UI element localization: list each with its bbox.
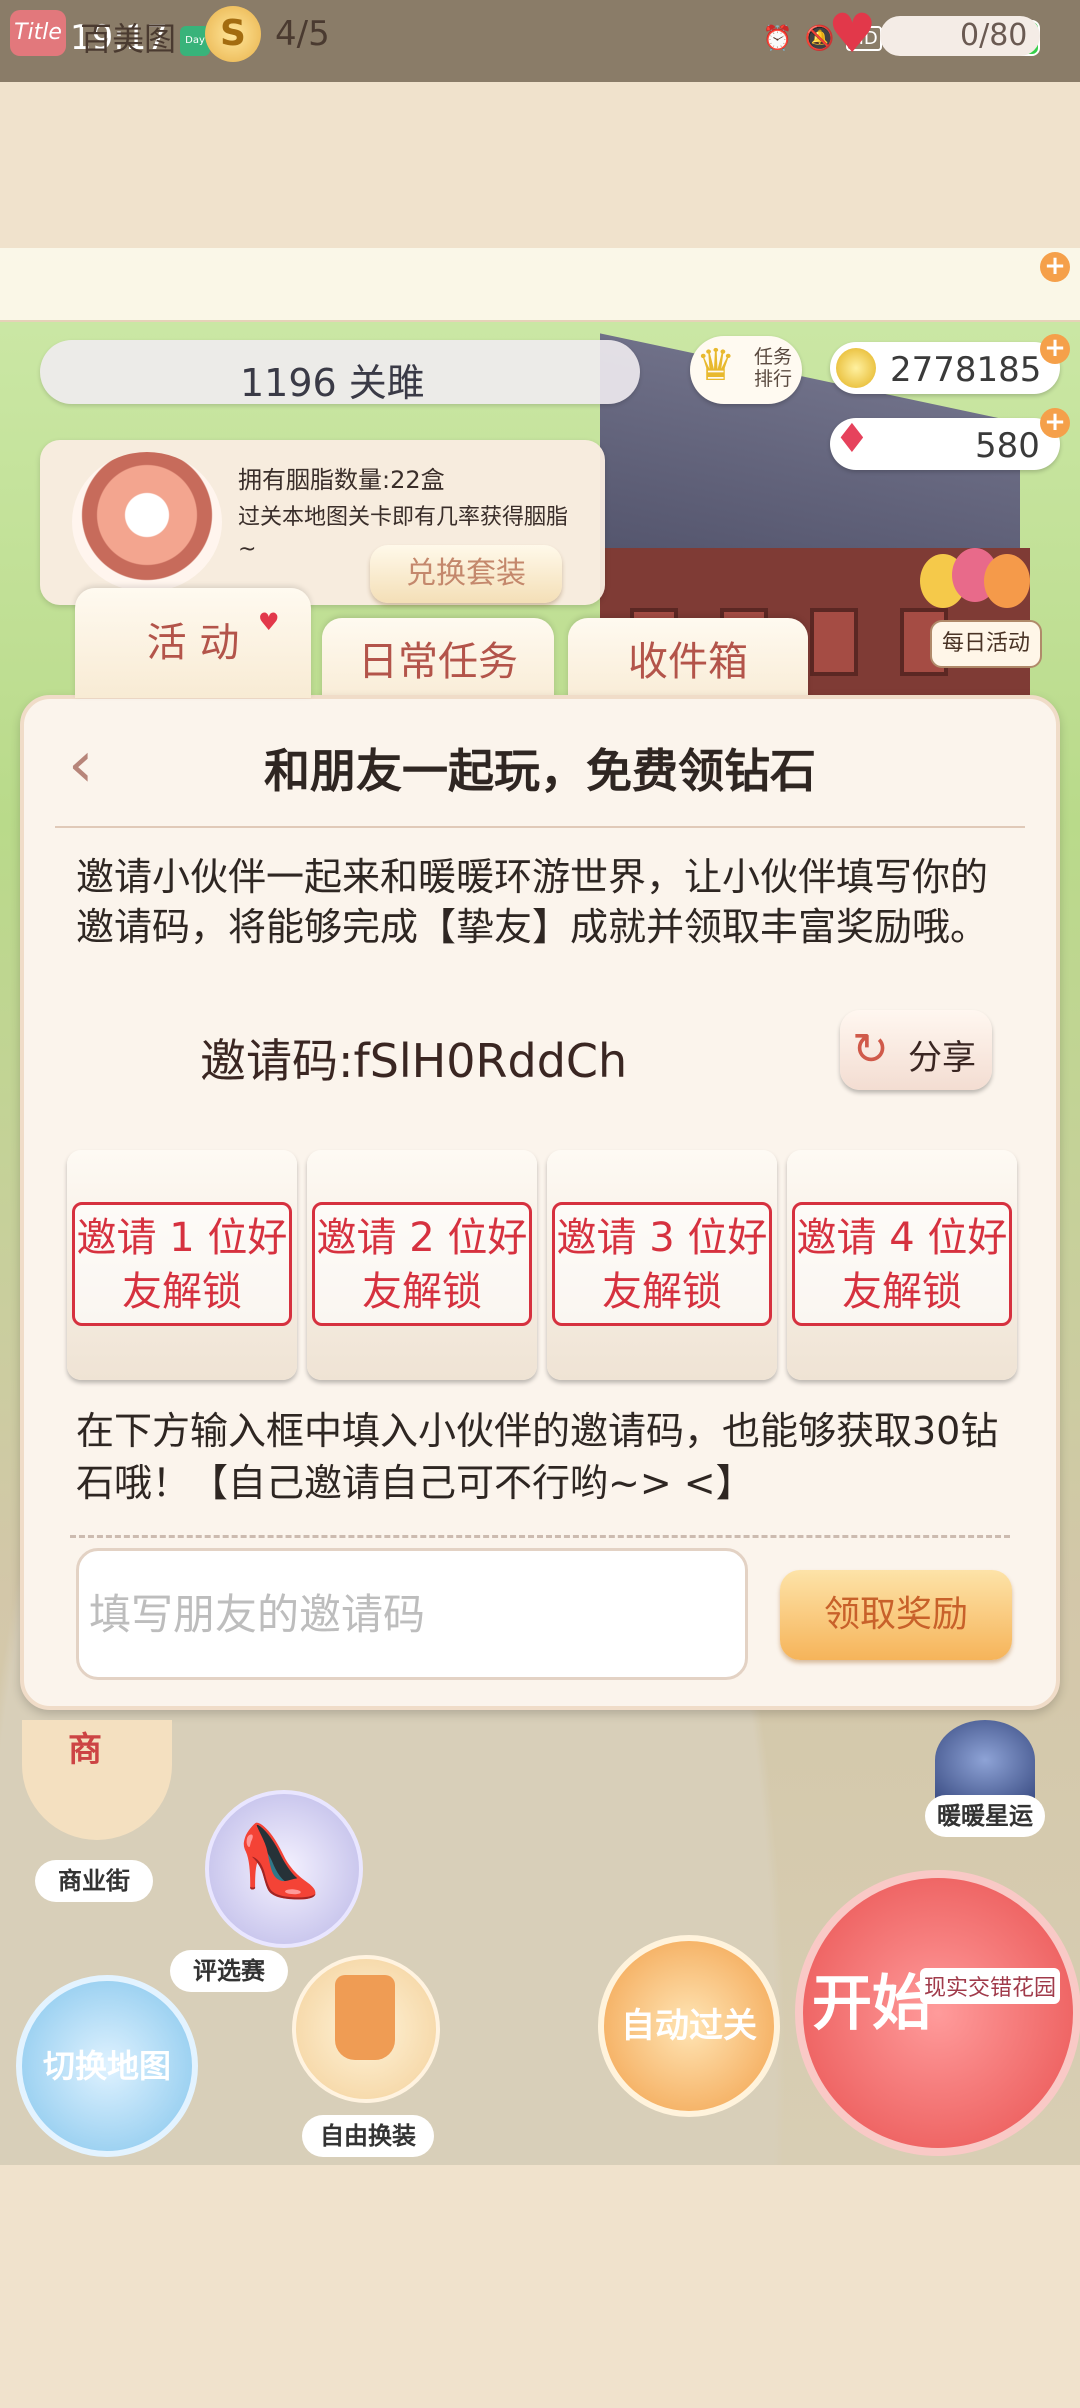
exchange-outfit-button[interactable]: 兑换套装 <box>370 545 562 603</box>
diamond-icon: ♦ <box>834 416 870 462</box>
star-fortune-icon[interactable] <box>935 1720 1035 1800</box>
s-rank-icon: S <box>205 6 261 62</box>
invite-intro: 邀请小伙伴一起来和暖暖环游世界，让小伙伴填写你的邀请码，将能够完成【挚友】成就并… <box>76 855 989 949</box>
invite-hint: 在下方输入框中填入小伙伴的邀请码，也能够获取30钻石哦！【自己邀请自己可不行哟~… <box>76 1409 999 1505</box>
add-stamina-button[interactable]: + <box>1040 252 1070 282</box>
panel-title: 和朋友一起玩，免费领钻石 <box>264 744 816 798</box>
rouge-count: 拥有胭脂数量:22盒 <box>238 466 445 494</box>
divider <box>55 826 1025 828</box>
letterbox-top <box>0 82 1080 248</box>
level-title: 1196 关雎 <box>240 361 425 405</box>
daily-activity-button[interactable]: 每日活动 <box>930 620 1042 668</box>
rouge-box-icon <box>72 452 222 592</box>
star-fortune-label[interactable]: 暖暖星运 <box>925 1795 1045 1837</box>
dashed-divider <box>70 1535 1010 1538</box>
slot-lock-label: 邀请 3 位好友解锁 <box>552 1202 772 1326</box>
task-rank-label: 任务排行 <box>754 346 793 390</box>
slot-lock-label: 邀请 1 位好友解锁 <box>72 1202 292 1326</box>
gem-value: 580 <box>975 426 1040 466</box>
crown-icon: ♛ <box>696 340 736 391</box>
add-gem-button[interactable]: + <box>1040 408 1070 438</box>
contest-label[interactable]: 评选赛 <box>170 1950 288 1992</box>
switch-map-button[interactable]: 切换地图 <box>16 1975 198 2157</box>
start-stage-label: 现实交错花园 <box>920 1968 1061 2004</box>
slot-lock-label: 邀请 4 位好友解锁 <box>792 1202 1012 1326</box>
balloon <box>984 554 1030 608</box>
heart-icon: ♥ <box>828 2 877 65</box>
claim-reward-button[interactable]: 领取奖励 <box>780 1570 1012 1660</box>
tab-activity[interactable]: 活 动 <box>75 588 311 698</box>
title-badge[interactable]: Title <box>10 10 66 56</box>
start-label: 开始 <box>812 1969 932 2039</box>
free-dressup-label[interactable]: 自由换装 <box>302 2115 434 2157</box>
map-progress: 4/5 <box>275 14 330 54</box>
add-gold-button[interactable]: + <box>1040 334 1070 364</box>
shoe-icon: 👠 <box>236 1820 324 1902</box>
top-hud <box>0 248 1080 322</box>
invite-code[interactable]: 邀请码:fSlH0RddCh <box>200 1025 627 1091</box>
invite-code-input[interactable] <box>76 1548 748 1680</box>
shop-street-label[interactable]: 商业街 <box>35 1860 153 1902</box>
share-label: 分享 <box>908 1038 976 1078</box>
shop-sign: 商 <box>68 1730 102 1770</box>
share-icon: ↻ <box>852 1024 889 1075</box>
balloons-icon[interactable] <box>920 548 1030 608</box>
slot-lock-label: 邀请 2 位好友解锁 <box>312 1202 532 1326</box>
letterbox-bottom <box>0 2165 1080 2408</box>
heart-icon: ♥ <box>258 608 280 636</box>
auto-clear-button[interactable]: 自动过关 <box>598 1935 780 2117</box>
gold-value: 2778185 <box>890 350 1042 390</box>
window <box>810 608 858 676</box>
alarm-icon: ⏰ <box>762 24 793 52</box>
stamina-value: 0/80 <box>960 18 1028 53</box>
dress-icon <box>335 1975 395 2060</box>
gold-coin-icon <box>836 348 876 388</box>
map-name: 百美图 <box>80 20 177 58</box>
